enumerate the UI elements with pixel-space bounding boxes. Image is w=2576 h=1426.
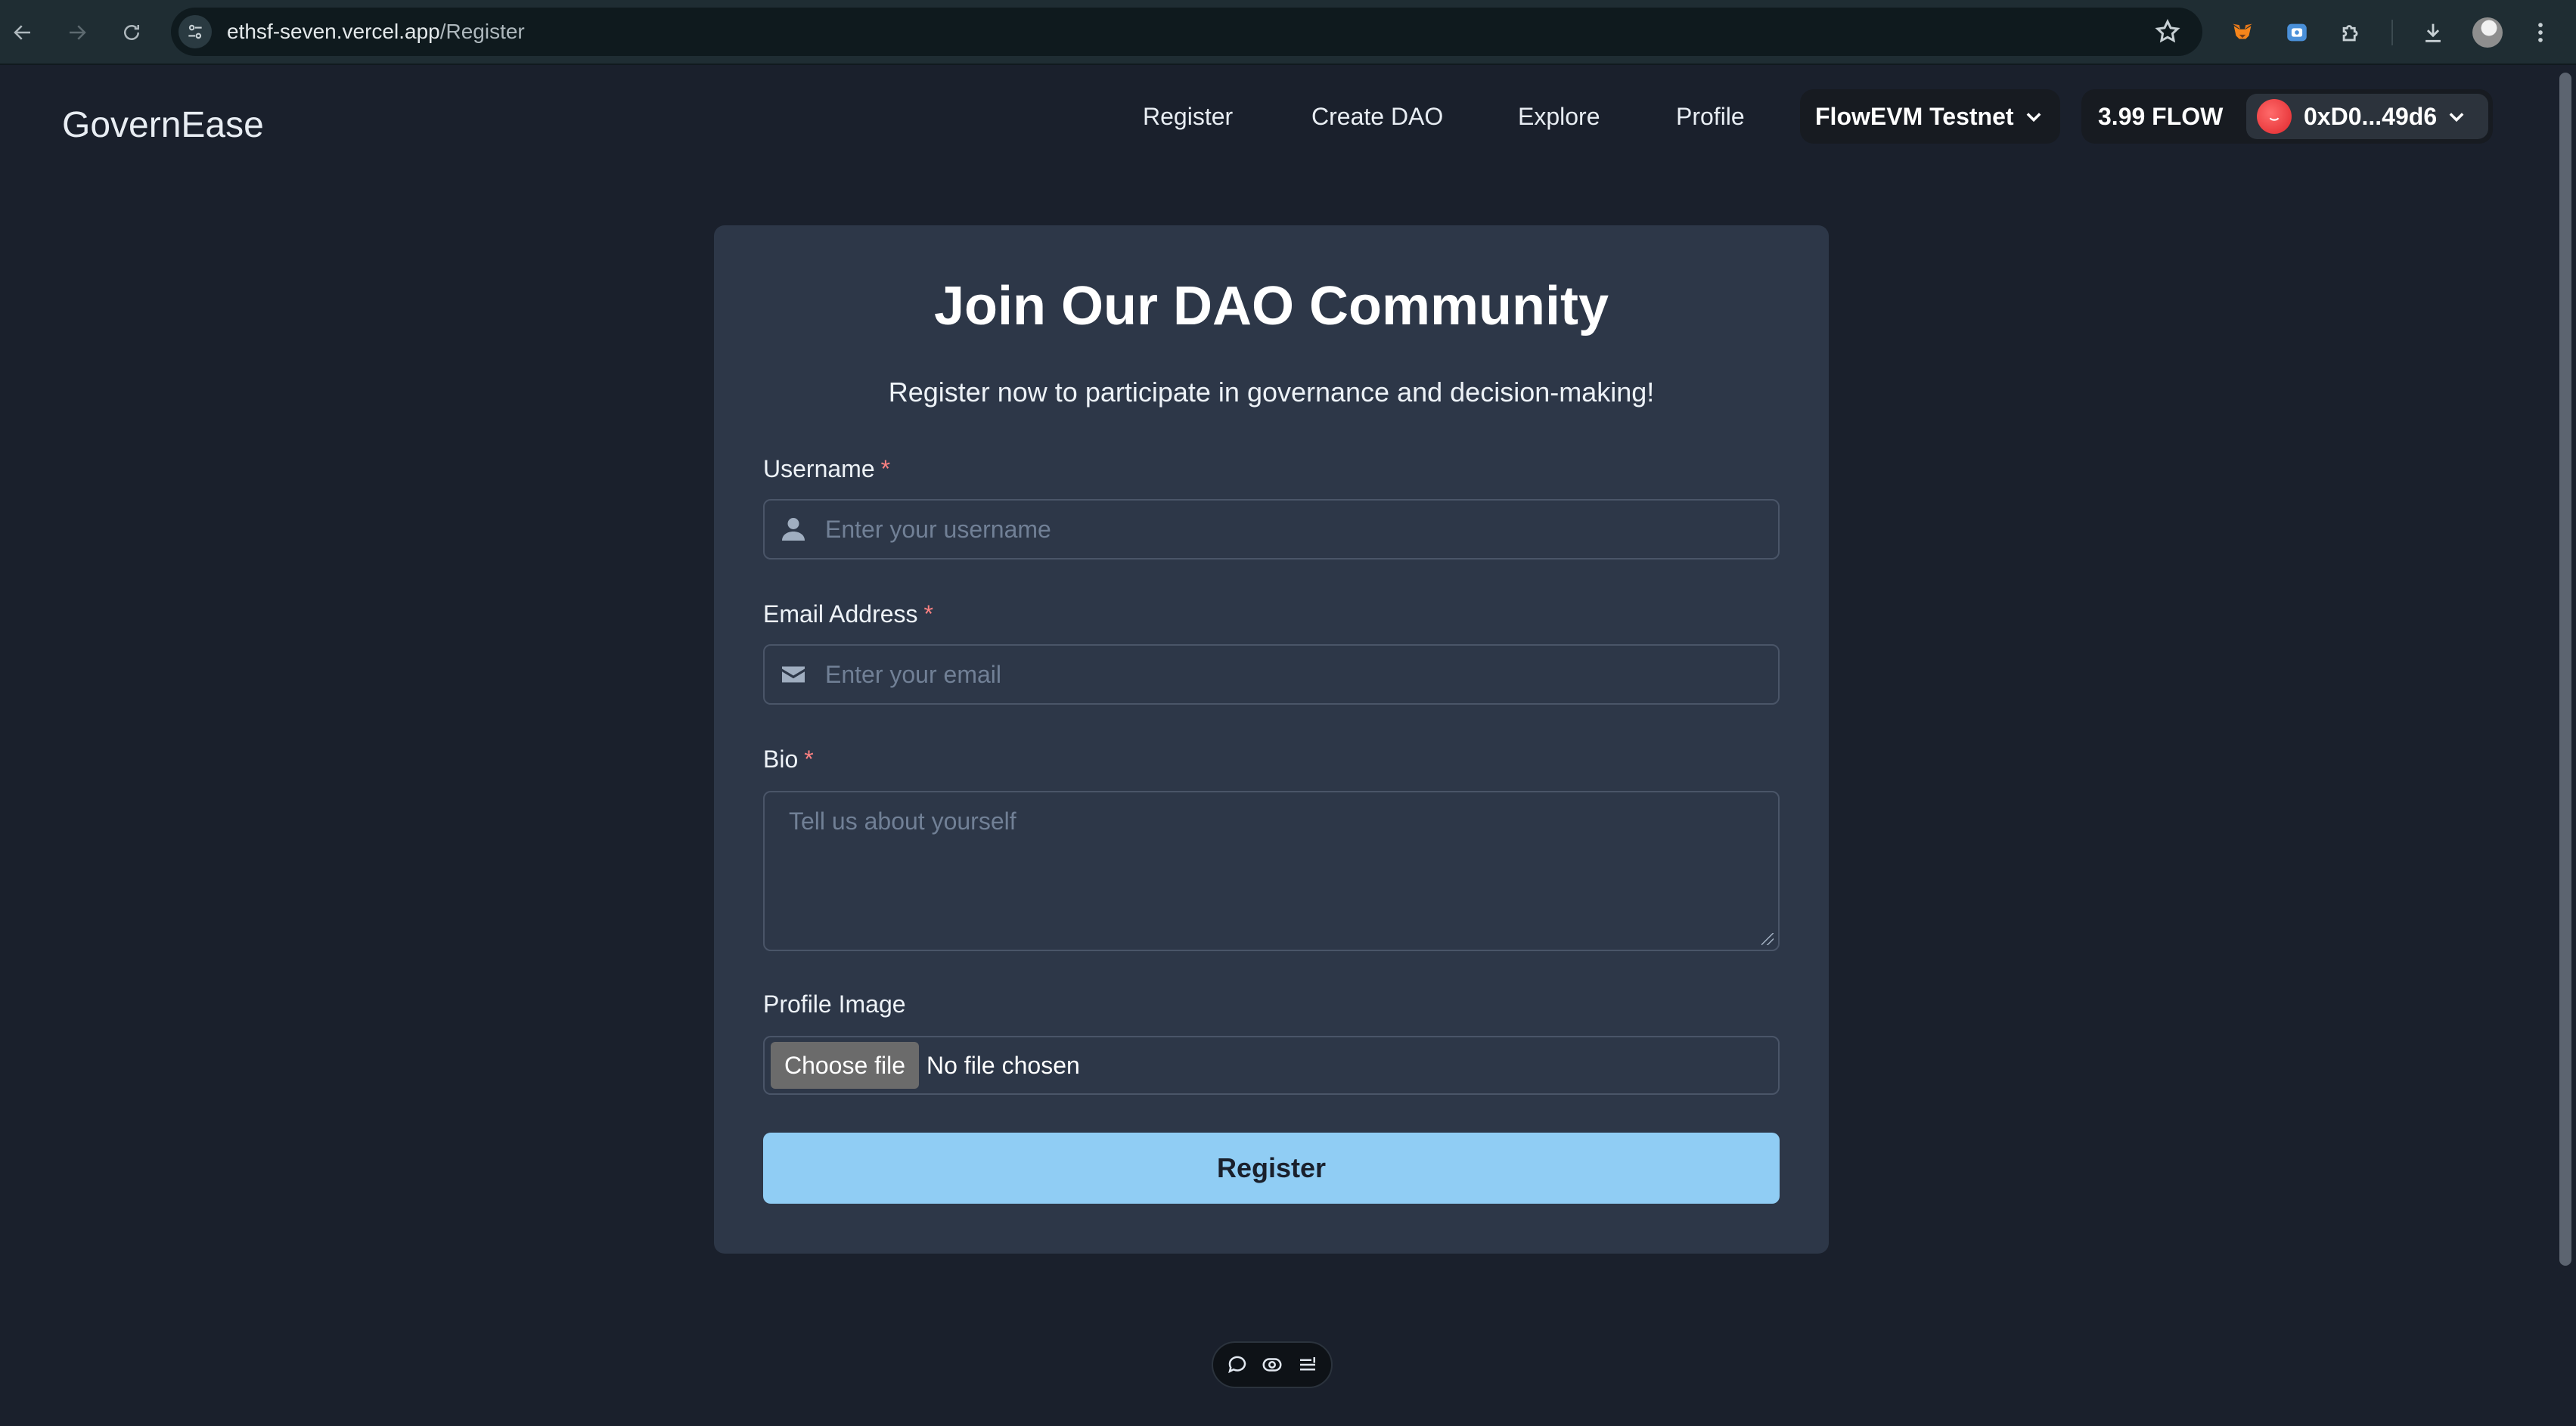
reload-icon <box>124 25 139 40</box>
puzzle-icon <box>2342 25 2358 42</box>
email-label: Email Address * <box>763 600 933 628</box>
bookmark-button[interactable] <box>2154 18 2181 45</box>
scrollbar-thumb[interactable] <box>2559 73 2571 1266</box>
network-selector[interactable]: FlowEVM Testnet <box>1800 89 2060 144</box>
choose-file-button[interactable]: Choose file <box>771 1042 919 1089</box>
metamask-extension[interactable] <box>2225 15 2260 50</box>
resize-handle[interactable] <box>1761 933 1774 945</box>
register-submit-button[interactable]: Register <box>763 1133 1780 1204</box>
reload-button[interactable] <box>115 16 148 49</box>
file-status-text: No file chosen <box>926 1052 1080 1079</box>
chevron-down-icon <box>2026 113 2041 122</box>
arrow-left-icon <box>14 25 30 40</box>
downloads-button[interactable] <box>2416 15 2450 50</box>
account-address: 0xD0...49d6 <box>2304 102 2438 130</box>
bio-label: Bio * <box>763 746 814 773</box>
arrow-right-icon <box>70 25 86 40</box>
browser-menu-button[interactable] <box>2523 15 2558 50</box>
wallet-balance[interactable]: 3.99 FLOW <box>2098 89 2223 144</box>
comment-icon[interactable] <box>1226 1353 1249 1376</box>
profile-button[interactable] <box>2470 15 2505 50</box>
network-name: FlowEVM Testnet <box>1815 102 2014 130</box>
nav-create-dao[interactable]: Create DAO <box>1311 101 1443 132</box>
email-field <box>763 644 1780 705</box>
kebab-menu-icon <box>2538 23 2543 42</box>
bio-field <box>763 791 1780 951</box>
page-title: Join Our DAO Community <box>933 276 1609 336</box>
chevron-down-icon <box>2449 113 2464 122</box>
registration-card: Join Our DAO Community Register now to p… <box>714 225 1829 1254</box>
account-avatar <box>2257 99 2292 134</box>
required-mark: * <box>804 746 814 773</box>
username-input[interactable] <box>825 501 1763 558</box>
metamask-fox-icon <box>2233 23 2252 39</box>
eye-toggle-icon[interactable] <box>1261 1353 1283 1376</box>
download-icon <box>2425 23 2441 42</box>
username-label: Username * <box>763 455 890 483</box>
url-text: ethsf-seven.vercel.app/Register <box>227 8 525 56</box>
url-domain: ethsf-seven.vercel.app <box>227 20 440 43</box>
username-label-text: Username <box>763 455 875 482</box>
camera-extension-icon <box>2287 23 2307 42</box>
extensions-button[interactable] <box>2334 15 2369 50</box>
email-label-text: Email Address <box>763 600 918 628</box>
nav-register[interactable]: Register <box>1143 101 1233 132</box>
page-scrollbar[interactable] <box>2555 67 2576 1426</box>
site-info-button[interactable] <box>178 15 212 48</box>
back-button[interactable] <box>6 16 39 49</box>
envelope-icon <box>780 661 807 688</box>
tune-icon <box>188 24 202 39</box>
wallet-widget: 3.99 FLOW 0xD0...49d6 <box>2081 89 2493 144</box>
required-mark: * <box>880 455 891 482</box>
url-path: /Register <box>439 20 525 43</box>
forward-button[interactable] <box>61 16 94 49</box>
star-icon <box>2155 19 2180 43</box>
browser-toolbar: ethsf-seven.vercel.app/Register <box>0 0 2576 65</box>
bio-label-text: Bio <box>763 746 799 773</box>
page-subtitle: Register now to participate in governanc… <box>888 377 1655 408</box>
user-icon <box>780 516 807 543</box>
bio-textarea[interactable] <box>765 792 1778 950</box>
email-input[interactable] <box>825 646 1763 703</box>
floating-toolbar <box>1212 1341 1333 1388</box>
address-bar[interactable]: ethsf-seven.vercel.app/Register <box>171 8 2202 56</box>
profile-image-field: Choose file No file chosen <box>763 1036 1780 1095</box>
app-logo[interactable]: GovernEase <box>62 104 264 146</box>
toolbar-separator <box>2391 20 2393 45</box>
username-field <box>763 499 1780 560</box>
profile-image-label: Profile Image <box>763 990 906 1018</box>
nav-explore[interactable]: Explore <box>1518 101 1600 132</box>
account-button[interactable]: 0xD0...49d6 <box>2246 94 2488 139</box>
profile-avatar <box>2472 17 2503 48</box>
account-avatar-icon <box>2269 117 2280 121</box>
nav-profile[interactable]: Profile <box>1676 101 1745 132</box>
required-mark: * <box>923 600 933 628</box>
list-settings-icon[interactable] <box>1296 1353 1319 1376</box>
camera-extension[interactable] <box>2280 15 2314 50</box>
